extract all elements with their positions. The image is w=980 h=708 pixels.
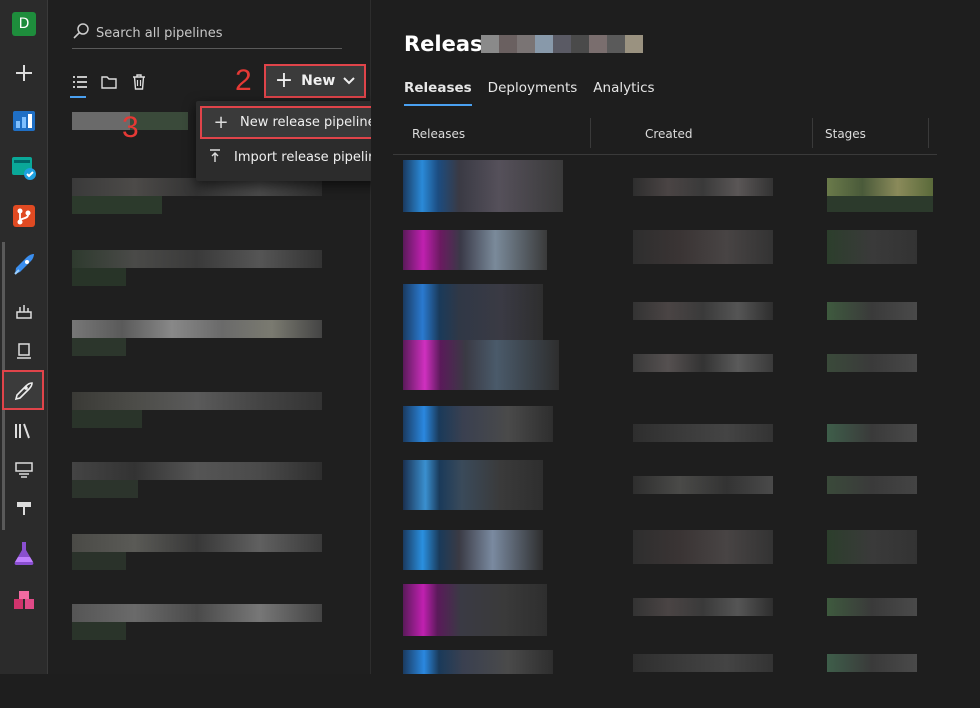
search-icon [72, 22, 90, 44]
releases-nav-highlight[interactable] [2, 370, 44, 410]
list-view-active-indicator [70, 96, 86, 98]
table-row[interactable] [403, 530, 943, 588]
environments-icon[interactable] [11, 338, 37, 364]
builds-icon[interactable] [11, 298, 37, 324]
table-row[interactable] [403, 460, 943, 518]
column-divider [590, 118, 591, 148]
table-row[interactable] [403, 406, 943, 464]
table-row[interactable] [403, 230, 943, 288]
activity-rail: D 1 [0, 0, 68, 674]
annotation-step-2: 2 [235, 64, 252, 97]
annotation-step-3: 3 [122, 111, 139, 144]
upload-icon [196, 147, 234, 168]
column-created[interactable]: Created [645, 127, 693, 141]
artifacts-icon[interactable] [11, 588, 37, 614]
column-divider [812, 118, 813, 148]
search-box[interactable] [72, 18, 342, 49]
list-view-icon[interactable] [70, 72, 90, 92]
table-row[interactable] [403, 340, 943, 398]
tab-releases[interactable]: Releases [404, 80, 472, 106]
search-input[interactable] [90, 24, 328, 42]
boards-icon[interactable] [11, 108, 37, 134]
releases-table-header: Releases Created Stages [393, 118, 937, 155]
releases-rocket-icon[interactable] [11, 378, 37, 404]
pipeline-list-item[interactable] [72, 392, 322, 428]
test-plans-check-icon[interactable] [11, 155, 37, 181]
pipeline-list-item[interactable] [72, 604, 322, 640]
plus-icon: + [274, 68, 294, 93]
new-button-label: New [301, 73, 336, 89]
delete-icon[interactable] [129, 72, 149, 92]
column-releases[interactable]: Releases [412, 127, 465, 141]
task-groups-icon[interactable] [11, 456, 37, 482]
pipeline-list-item[interactable] [72, 178, 322, 214]
org-avatar-icon[interactable]: D [12, 12, 36, 36]
pipelines-list-pane: 2 + New 3 + [48, 0, 416, 674]
add-icon[interactable] [11, 60, 37, 86]
tab-analytics[interactable]: Analytics [593, 80, 654, 106]
new-release-pipeline-label: New release pipeline [240, 115, 376, 130]
pipeline-list-item[interactable] [72, 462, 322, 498]
deployment-groups-icon[interactable] [11, 495, 37, 521]
release-main-area: Release Releases Deployments Analytics R… [371, 0, 980, 674]
table-row[interactable] [403, 584, 943, 642]
pipeline-name-redacted [481, 35, 643, 53]
new-button[interactable]: + New [264, 64, 366, 98]
table-row[interactable] [403, 650, 943, 708]
plus-icon: + [213, 112, 229, 133]
org-initial: D [18, 16, 30, 32]
table-row[interactable] [403, 160, 943, 218]
column-stages[interactable]: Stages [825, 127, 866, 141]
pipeline-list-item[interactable] [72, 534, 322, 570]
release-tabs: Releases Deployments Analytics [404, 80, 655, 106]
chevron-down-icon [343, 73, 356, 89]
pipeline-list-item[interactable] [72, 250, 322, 286]
test-flask-icon[interactable] [11, 540, 37, 566]
import-release-pipeline-label: Import release pipeline [234, 150, 385, 165]
pipelines-rocket-icon[interactable] [11, 252, 37, 278]
repos-icon[interactable] [11, 203, 37, 229]
tab-deployments[interactable]: Deployments [488, 80, 578, 106]
column-divider [928, 118, 929, 148]
table-row[interactable] [403, 284, 943, 342]
pipeline-list-item[interactable] [72, 320, 322, 356]
library-icon[interactable] [11, 418, 37, 444]
folder-view-icon[interactable] [99, 72, 119, 92]
